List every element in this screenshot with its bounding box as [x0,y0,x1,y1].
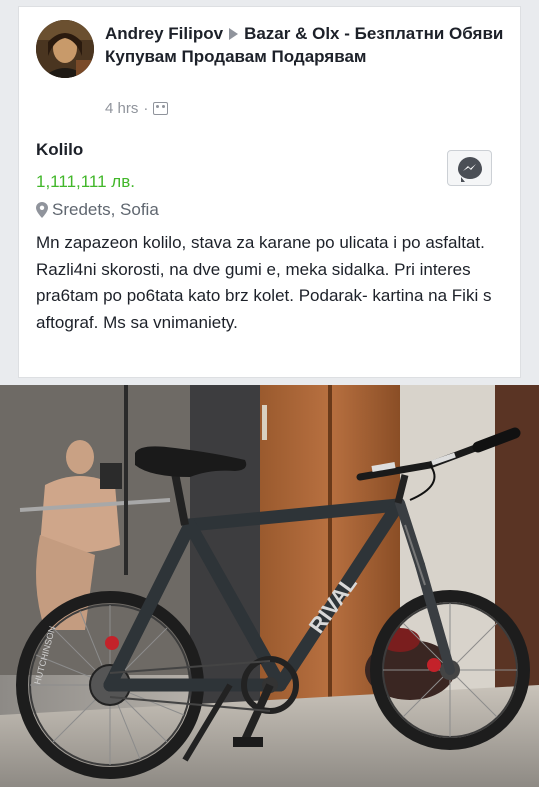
post-timestamp[interactable]: 4 hrs [105,100,138,117]
location-pin-icon [36,202,48,218]
listing-location: Sredets, Sofia [36,200,159,220]
listing-price: 1,111,111 лв. [36,172,135,191]
group-icon [153,102,169,115]
message-seller-button[interactable] [447,150,492,186]
messenger-icon [457,157,482,182]
post-header: Andrey Filipov Bazar & Olx - Безплатни Об… [105,22,505,68]
listing-photo[interactable]: RIVAL HUTCHINSON [0,385,539,787]
listing-title: Kolilo [36,140,84,159]
marketplace-post-card: Andrey Filipov Bazar & Olx - Безплатни Об… [18,6,521,378]
location-text: Sredets, Sofia [52,200,159,219]
listing-description: Mn zapazeon kolilo, stava za karane po u… [36,233,492,332]
shared-to-arrow-icon [229,28,239,41]
author-avatar[interactable] [36,20,94,78]
post-meta: 4 hrs · [105,100,169,117]
author-name[interactable]: Andrey Filipov [105,24,223,43]
